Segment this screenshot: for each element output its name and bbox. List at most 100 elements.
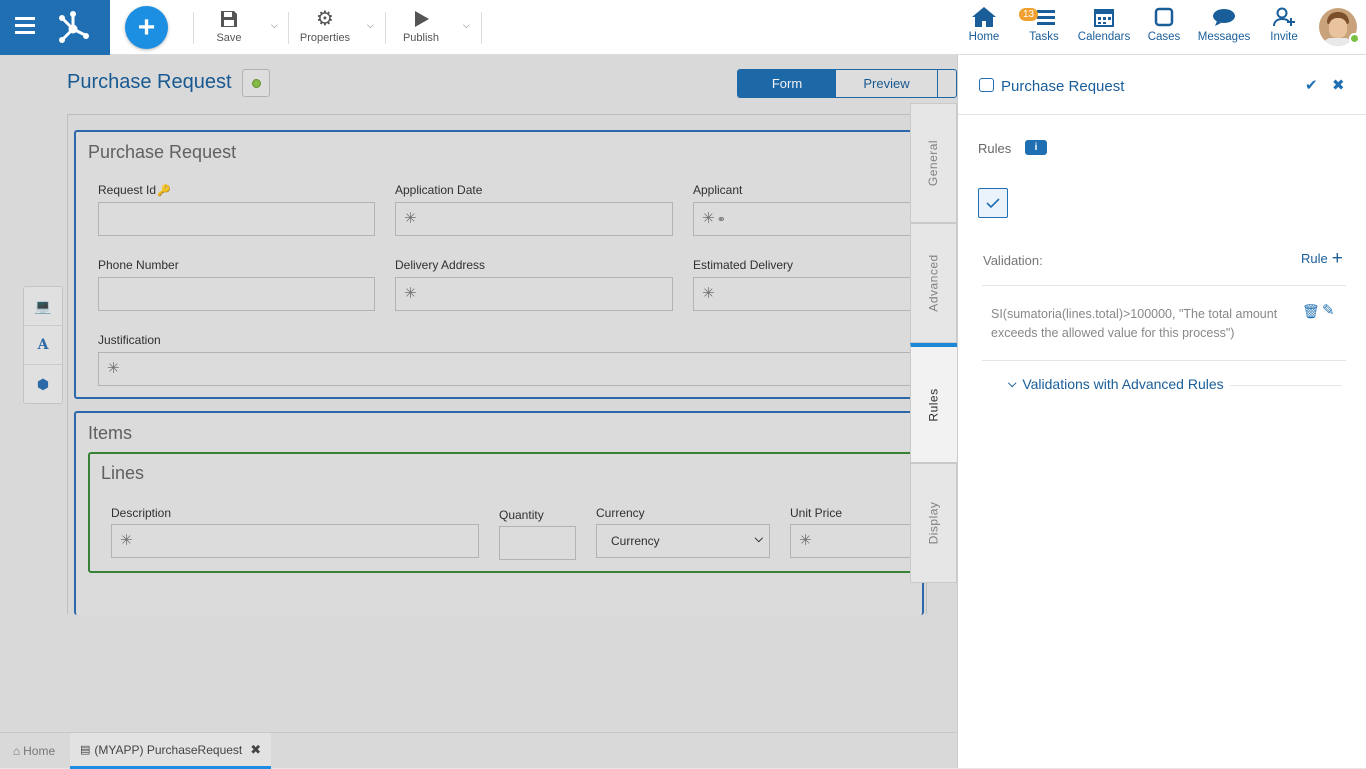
close-icon[interactable]: ✖	[1332, 76, 1345, 94]
tab-advanced[interactable]: Advanced	[910, 223, 957, 343]
nav-tasks[interactable]: Tasks 13	[1019, 6, 1062, 43]
confirm-check-icon[interactable]: ✔	[1305, 76, 1318, 94]
invite-icon	[1273, 7, 1295, 27]
cases-icon	[1154, 7, 1174, 27]
tab-form[interactable]: Form	[738, 70, 836, 97]
label-unit-price: Unit Price	[790, 506, 843, 520]
nav-cases[interactable]: Cases	[1146, 6, 1182, 43]
description-field[interactable]: ✳	[111, 524, 479, 558]
nav-messages[interactable]: Messages	[1198, 6, 1250, 43]
label-phone-number: Phone Number	[98, 258, 179, 272]
label-justification: Justification	[98, 333, 161, 347]
label-quantity: Quantity	[499, 508, 544, 522]
quantity-field[interactable]	[499, 526, 576, 560]
nav-tasks-label: Tasks	[1029, 31, 1059, 43]
rule-text: SI(sumatoria(lines.total)>100000, "The t…	[991, 307, 1278, 340]
label-request-id: Request Id🔑	[98, 183, 171, 197]
logo-icon[interactable]	[55, 9, 91, 45]
nav-calendars[interactable]: Calendars	[1078, 6, 1130, 43]
home-icon: ⌂	[12, 744, 21, 758]
add-rule-button[interactable]: Rule +	[1301, 247, 1343, 269]
cube-icon[interactable]: ⬢	[24, 365, 62, 403]
delivery-address-field[interactable]: ✳	[395, 277, 673, 311]
info-icon[interactable]: i	[1025, 140, 1047, 155]
page-title: Purchase Request	[67, 71, 232, 93]
label-application-date: Application Date	[395, 183, 483, 197]
label-currency: Currency	[596, 506, 645, 520]
save-dropdown-chevron-icon[interactable]: ⌵	[271, 20, 278, 31]
nav-home-label: Home	[968, 31, 1000, 43]
save-label: Save	[216, 32, 242, 44]
relation-icon: ⚭	[716, 214, 726, 226]
save-button[interactable]: Save	[212, 9, 246, 44]
tab-general[interactable]: General	[910, 103, 957, 223]
request-id-field[interactable]	[98, 202, 375, 236]
validation-label: Validation:	[983, 253, 1043, 268]
advanced-rules-toggle[interactable]: ⌵ Validations with Advanced Rules	[1008, 376, 1224, 392]
footer-tabs: ⌂ Home ▤ (MYAPP) PurchaseRequest ✖	[0, 732, 957, 769]
top-bar: + Save ⌵ ⚙ Properties ⌵ Publish ⌵ Home T…	[0, 0, 1366, 55]
home-icon	[972, 7, 996, 27]
tab-display[interactable]: Display	[910, 463, 957, 583]
footer-tab-home[interactable]: ⌂ Home	[0, 733, 68, 769]
pencil-icon[interactable]: ✎	[1322, 301, 1335, 319]
properties-dropdown-chevron-icon[interactable]: ⌵	[367, 20, 374, 31]
publish-button[interactable]: Publish	[400, 9, 442, 44]
tab-rules[interactable]: Rules	[910, 343, 957, 463]
section-title: Items	[88, 423, 133, 443]
nav-messages-label: Messages	[1197, 31, 1251, 43]
label-applicant: Applicant	[693, 183, 743, 197]
divider	[982, 360, 1346, 361]
panel-title: Purchase Request	[1001, 78, 1125, 95]
chevron-down-icon: ⌵	[1008, 377, 1017, 390]
plus-icon: +	[137, 10, 156, 44]
gear-icon: ⚙	[316, 8, 334, 30]
justification-field[interactable]: ✳	[98, 352, 923, 386]
view-tabs: Form Preview	[737, 69, 957, 98]
application-date-field[interactable]: ✳	[395, 202, 673, 236]
divider	[982, 285, 1346, 286]
rules-checkbox[interactable]	[978, 188, 1008, 218]
properties-panel: Purchase Request ✔ ✖ Rules i Validation:…	[957, 55, 1366, 768]
plus-icon: +	[1331, 247, 1343, 269]
divider	[1230, 385, 1342, 386]
nav-home[interactable]: Home	[966, 6, 1002, 43]
online-status-dot	[1349, 33, 1360, 44]
new-button[interactable]: +	[125, 6, 168, 49]
save-icon	[221, 11, 237, 27]
trash-icon[interactable]: 🗑	[1302, 303, 1320, 320]
tasks-badge: 13	[1019, 8, 1039, 21]
key-icon: 🔑	[157, 185, 171, 197]
square-icon	[979, 78, 994, 92]
panel-header: Purchase Request ✔ ✖	[958, 55, 1366, 115]
form-canvas: Purchase Request Request Id🔑 Application…	[67, 114, 927, 615]
font-icon[interactable]: A	[24, 326, 62, 365]
close-icon[interactable]: ✖	[250, 742, 261, 758]
publish-dropdown-chevron-icon[interactable]: ⌵	[463, 20, 470, 31]
lines-title: Lines	[101, 463, 145, 483]
phone-number-field[interactable]	[98, 277, 375, 311]
unit-price-field[interactable]: ✳	[790, 524, 921, 558]
hamburger-menu-icon[interactable]	[15, 17, 35, 35]
lines-grid[interactable]: Lines Description ✳ Quantity Currency Cu…	[88, 452, 923, 573]
estimated-delivery-field[interactable]: ✳	[693, 277, 923, 311]
section-items[interactable]: Items Lines Description ✳ Quantity Curre…	[74, 411, 924, 615]
section-title: Purchase Request	[88, 142, 237, 162]
publish-label: Publish	[402, 32, 440, 44]
tab-preview[interactable]: Preview	[836, 70, 938, 97]
calendar-icon	[1094, 9, 1114, 27]
side-toolbox: 💻 A ⬢	[23, 286, 63, 404]
nav-calendars-label: Calendars	[1077, 31, 1131, 43]
properties-button[interactable]: ⚙ Properties	[298, 9, 352, 44]
applicant-field[interactable]: ✳ ⚭	[693, 202, 923, 236]
rules-label: Rules	[978, 141, 1012, 156]
section-purchase-request[interactable]: Purchase Request Request Id🔑 Application…	[74, 130, 924, 399]
laptop-icon[interactable]: 💻	[24, 287, 62, 326]
nav-invite[interactable]: Invite	[1266, 6, 1302, 43]
messages-icon	[1213, 9, 1235, 26]
properties-label: Properties	[299, 32, 351, 44]
nav-cases-label: Cases	[1147, 31, 1181, 43]
currency-select[interactable]: Currency ⌵	[596, 524, 770, 558]
footer-tab-document[interactable]: ▤ (MYAPP) PurchaseRequest ✖	[70, 733, 271, 769]
status-indicator[interactable]	[242, 69, 270, 97]
